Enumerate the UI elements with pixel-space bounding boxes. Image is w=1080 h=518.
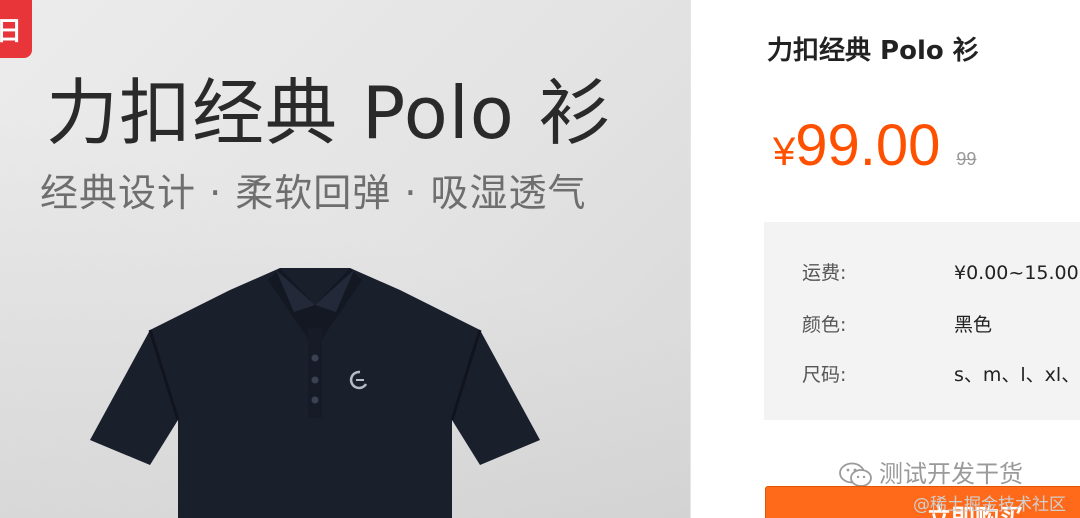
spec-box: 运费: ¥0.00~15.00 颜色: 黑色 尺码: s、m、l、xl、 <box>764 222 1080 420</box>
spec-value: ¥0.00~15.00 <box>954 262 1079 284</box>
product-page: 日 力扣经典 Polo 衫 经典设计 · 柔软回弹 · 吸湿透气 力扣经典 Po… <box>0 0 1080 518</box>
spec-label: 尺码: <box>802 364 847 386</box>
wechat-watermark-text: 测试开发干货 <box>879 460 1023 488</box>
spec-row-shipping: 运费: ¥0.00~15.00 <box>802 258 1079 285</box>
site-watermark: @稀土掘金技术社区 <box>913 495 1066 515</box>
polo-shirt-illustration <box>90 268 540 518</box>
spec-label: 运费: <box>802 262 847 284</box>
product-image: 日 力扣经典 Polo 衫 经典设计 · 柔软回弹 · 吸湿透气 <box>0 0 690 518</box>
spec-row-size[interactable]: 尺码: s、m、l、xl、 <box>802 360 1080 387</box>
shirt-placket <box>308 328 322 418</box>
wechat-icon <box>839 462 872 487</box>
banner-subtitle: 经典设计 · 柔软回弹 · 吸湿透气 <box>40 171 587 215</box>
wechat-watermark: 测试开发干货 <box>839 454 1023 489</box>
shirt-button <box>311 396 319 404</box>
corner-badge: 日 <box>0 0 32 58</box>
spec-value[interactable]: 黑色 <box>954 314 992 336</box>
shirt-button <box>311 376 319 384</box>
spec-label: 颜色: <box>802 314 847 336</box>
spec-row-color[interactable]: 颜色: 黑色 <box>802 310 992 337</box>
original-price: 99 <box>956 149 977 169</box>
banner-title: 力扣经典 Polo 衫 <box>46 71 612 155</box>
price-value: 99.00 <box>795 113 941 178</box>
price-row: ¥99.00 99 <box>773 112 976 179</box>
shirt-button <box>311 354 319 362</box>
spec-value[interactable]: s、m、l、xl、 <box>954 364 1080 386</box>
product-name: 力扣经典 Polo 衫 <box>767 36 979 66</box>
product-info-panel: 力扣经典 Polo 衫 ¥99.00 99 运费: ¥0.00~15.00 颜色: 黑… <box>691 0 1080 518</box>
currency-symbol: ¥ <box>773 130 796 174</box>
